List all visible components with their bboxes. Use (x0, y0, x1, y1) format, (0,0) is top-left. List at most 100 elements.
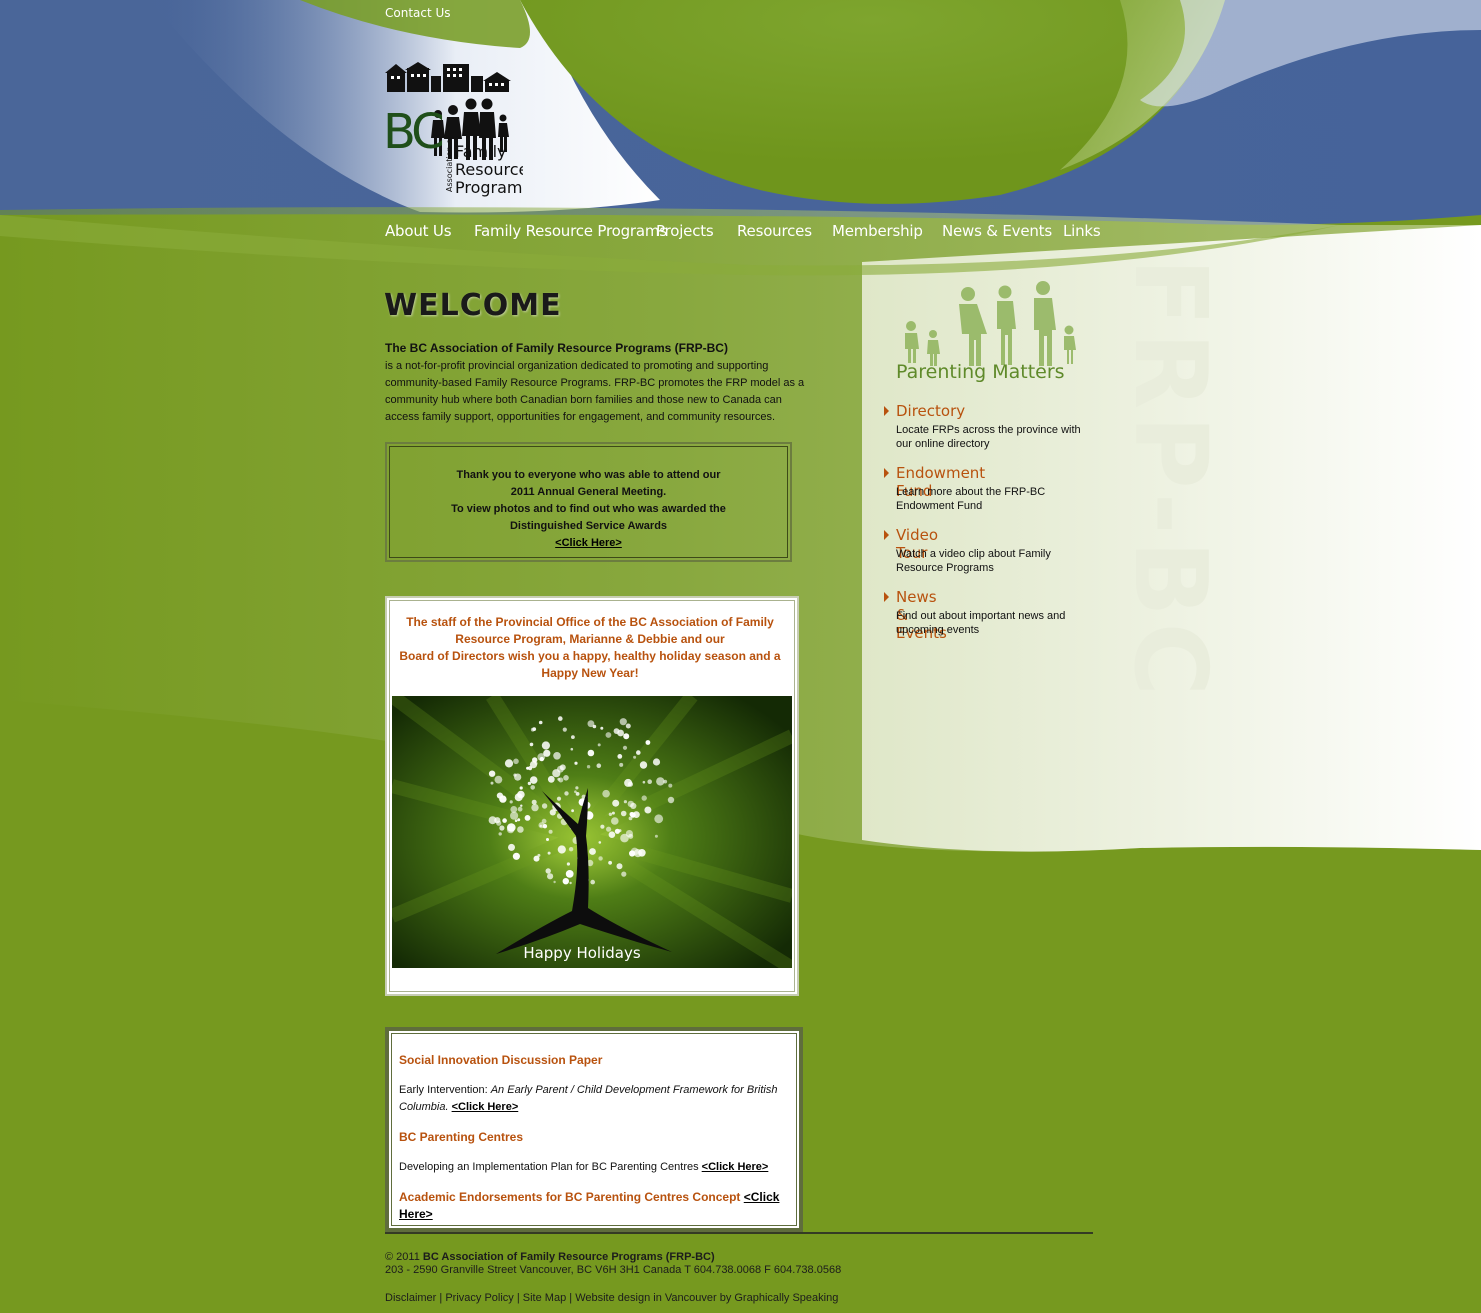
snowflake (602, 789, 610, 798)
nav-links[interactable]: Links (1063, 222, 1101, 240)
snowflake (556, 796, 562, 801)
snowflake (499, 825, 505, 831)
happy-holidays-text: Happy Holidays (523, 944, 641, 962)
snowflake (557, 845, 566, 854)
snowflake (575, 792, 580, 796)
snowflake (654, 834, 658, 838)
news-heading-2: BC Parenting Centres (399, 1130, 524, 1144)
page-title: WELCOME (384, 288, 562, 323)
snowflake (647, 779, 652, 784)
news-link-2[interactable]: <Click Here> (702, 1161, 769, 1173)
snowflake (568, 847, 574, 852)
agm-line-3: To view photos and to find out who was a… (451, 503, 726, 515)
snowflake (546, 838, 549, 841)
snowflake (530, 727, 535, 732)
happy-holidays-image: Happy Holidays (392, 696, 792, 968)
snowflake (621, 871, 627, 877)
snowflake (625, 723, 631, 729)
snowflake (630, 802, 637, 809)
nav-projects[interactable]: Projects (656, 222, 714, 240)
news-box: Social Innovation Discussion Paper Early… (385, 1027, 803, 1232)
snowflake (589, 848, 596, 855)
snowflake (512, 852, 520, 860)
snowflake (549, 809, 556, 816)
snowflake (590, 879, 595, 885)
news-link-1[interactable]: <Click Here> (452, 1101, 519, 1113)
snowflake (553, 880, 556, 884)
snowflake (538, 822, 545, 829)
parenting-matters-text: Parenting Matters (896, 361, 1065, 383)
nav-membership[interactable]: Membership (832, 222, 923, 240)
snowflake (629, 850, 636, 857)
snowflake (506, 825, 515, 834)
snowflake (612, 799, 620, 807)
snowflake (520, 804, 523, 807)
snowflake (656, 777, 665, 786)
snowflake (624, 778, 633, 787)
snowflake (641, 795, 647, 801)
snowflake (587, 811, 591, 815)
snowflake (571, 735, 575, 739)
snowflake (608, 860, 612, 865)
agm-line-4: Distinguished Service Awards (509, 520, 668, 532)
holiday-message-1: The staff of the Provincial Office of th… (406, 615, 774, 646)
snowflake (608, 812, 613, 816)
snowflake (605, 732, 612, 738)
snowflake (645, 740, 651, 745)
snowflake (587, 749, 595, 757)
snowflake (488, 816, 497, 825)
footer-separator: | (513, 1292, 523, 1304)
contact-us-link[interactable]: Contact Us (385, 6, 451, 20)
nav-resources[interactable]: Resources (737, 222, 812, 240)
snowflake (611, 817, 619, 825)
footer-separator: | (566, 1292, 576, 1304)
parenting-matters-banner: Parenting Matters (893, 280, 1088, 390)
snowflake (504, 759, 514, 768)
snowflake (570, 747, 574, 751)
snowflake (644, 806, 652, 814)
snowflake (616, 863, 623, 870)
sidebar-item-title[interactable]: Directory (896, 402, 965, 420)
snowflake (617, 729, 624, 737)
svg-text:Programs: Programs (455, 178, 523, 197)
snowflake (586, 765, 591, 769)
snowflake (514, 773, 522, 781)
news-heading-3-text: Academic Endorsements for BC Parenting C… (399, 1190, 744, 1204)
snowflake (587, 720, 595, 728)
news-paragraph-1: Early Intervention: An Early Parent / Ch… (399, 1082, 790, 1116)
snowflake (547, 775, 555, 783)
snowflake (496, 792, 503, 799)
snowflake (530, 785, 535, 790)
snowflake (617, 754, 623, 759)
snowflake (574, 761, 578, 765)
nav-about-us[interactable]: About Us (385, 222, 452, 240)
copyright: © 2011 (385, 1251, 423, 1263)
snowflake (654, 814, 664, 824)
snowflake (538, 720, 543, 725)
logo[interactable]: BC Association of Family Resource Progra… (383, 62, 531, 197)
snowflake (597, 743, 601, 747)
arrow-right-icon (884, 406, 889, 416)
snowflake (545, 868, 551, 874)
site-map-link[interactable]: Site Map (523, 1292, 566, 1304)
snowflake (639, 761, 648, 769)
snowflake (519, 786, 523, 790)
arrow-right-icon (884, 468, 889, 478)
snowflake (513, 758, 519, 765)
disclaimer-link[interactable]: Disclaimer (385, 1292, 436, 1304)
snowflake (565, 870, 574, 878)
snowflake (663, 779, 668, 784)
nav-news-events[interactable]: News & Events (942, 222, 1052, 240)
nav-family-resource-programs[interactable]: Family Resource Programs (474, 222, 667, 240)
snowflake (524, 815, 531, 821)
snowflake (526, 766, 530, 770)
privacy-policy-link[interactable]: Privacy Policy (445, 1292, 513, 1304)
news-paragraph-2-text: Developing an Implementation Plan for BC… (399, 1161, 702, 1173)
snowflake (510, 806, 518, 813)
website-design-link[interactable]: Website design in Vancouver by Graphical… (575, 1292, 838, 1304)
snowflake (531, 803, 539, 812)
agm-click-here-link[interactable]: <Click Here> (555, 537, 622, 549)
svg-text:Resource: Resource (455, 160, 523, 179)
snowflake (638, 849, 646, 857)
snowflake (553, 752, 561, 760)
